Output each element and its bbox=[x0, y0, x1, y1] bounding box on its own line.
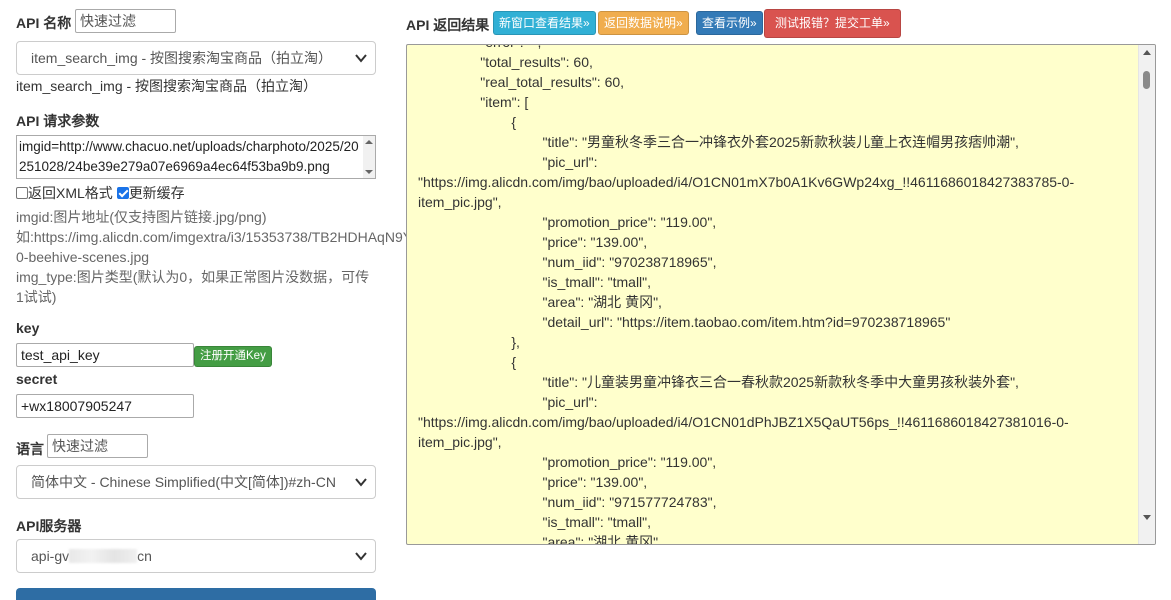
submit-button[interactable] bbox=[16, 588, 376, 600]
scroll-thumb[interactable] bbox=[1143, 71, 1150, 89]
chevron-down-icon bbox=[355, 552, 367, 561]
api-name-label: API 名称 bbox=[16, 15, 72, 31]
server-prefix: api-gv bbox=[31, 548, 70, 564]
scroll-down-icon[interactable] bbox=[1143, 515, 1151, 520]
params-textarea[interactable]: imgid=http://www.chacuo.net/uploads/char… bbox=[16, 135, 376, 179]
params-scrollbar[interactable] bbox=[363, 136, 375, 178]
register-key-button[interactable]: 注册开通Key bbox=[194, 346, 272, 367]
redacted-blur bbox=[69, 549, 138, 563]
lang-label: 语言 bbox=[16, 441, 44, 457]
help-line: img_type:图片类型(默认为0，如果正常图片没数据，可传 bbox=[16, 269, 370, 285]
api-description: item_search_img - 按图搜索淘宝商品（拍立淘） bbox=[16, 78, 318, 94]
server-suffix: cn bbox=[137, 548, 152, 564]
help-line: 如:https://img.alicdn.com/imgextra/i3/153… bbox=[16, 229, 406, 245]
secret-input[interactable] bbox=[16, 394, 194, 418]
result-json: "error": "", "total_results": 60, "real_… bbox=[418, 45, 1075, 545]
key-label: key bbox=[16, 320, 40, 336]
help-line: 0-beehive-scenes.jpg bbox=[16, 249, 150, 265]
lang-select[interactable]: 简体中文 - Chinese Simplified(中文[简体])#zh-CN bbox=[16, 465, 376, 499]
result-panel[interactable]: "error": "", "total_results": 60, "real_… bbox=[406, 44, 1156, 545]
xml-label: 返回XML格式 bbox=[28, 185, 113, 201]
cache-checkbox[interactable] bbox=[116, 187, 129, 199]
chevron-down-icon bbox=[355, 54, 367, 63]
cache-label: 更新缓存 bbox=[128, 185, 185, 201]
api-select-value: item_search_img - 按图搜索淘宝商品（拍立淘） bbox=[31, 50, 333, 66]
new-window-button[interactable]: 新窗口查看结果» bbox=[493, 11, 596, 35]
xml-checkbox[interactable] bbox=[16, 187, 28, 199]
report-issue-button[interactable]: 测试报错？提交工单» bbox=[764, 9, 901, 38]
result-label: API 返回结果 bbox=[406, 17, 490, 33]
help-line: 1试试) bbox=[16, 289, 57, 305]
options-row: 返回XML格式 更新缓存 bbox=[16, 183, 185, 203]
params-label: API 请求参数 bbox=[16, 113, 100, 129]
secret-label: secret bbox=[16, 371, 58, 387]
example-button[interactable]: 查看示例» bbox=[696, 11, 763, 35]
params-text: imgid=http://www.chacuo.net/uploads/char… bbox=[19, 139, 359, 174]
params-help: imgid:图片地址(仅支持图片链接.jpg/png) 如:https://im… bbox=[16, 207, 406, 307]
api-select[interactable]: item_search_img - 按图搜索淘宝商品（拍立淘） bbox=[16, 41, 376, 75]
scroll-up-icon[interactable] bbox=[1143, 50, 1151, 55]
return-desc-button[interactable]: 返回数据说明» bbox=[598, 11, 689, 35]
chevron-down-icon bbox=[355, 478, 367, 487]
lang-filter-input[interactable] bbox=[47, 434, 148, 458]
server-select[interactable]: api-gv cn bbox=[16, 539, 376, 573]
key-input[interactable] bbox=[16, 343, 194, 367]
api-filter-input[interactable] bbox=[75, 9, 176, 33]
server-label: API服务器 bbox=[16, 518, 82, 534]
result-scrollbar[interactable] bbox=[1138, 45, 1155, 544]
help-line: imgid:图片地址(仅支持图片链接.jpg/png) bbox=[16, 209, 267, 225]
lang-select-value: 简体中文 - Chinese Simplified(中文[简体])#zh-CN bbox=[31, 474, 336, 490]
